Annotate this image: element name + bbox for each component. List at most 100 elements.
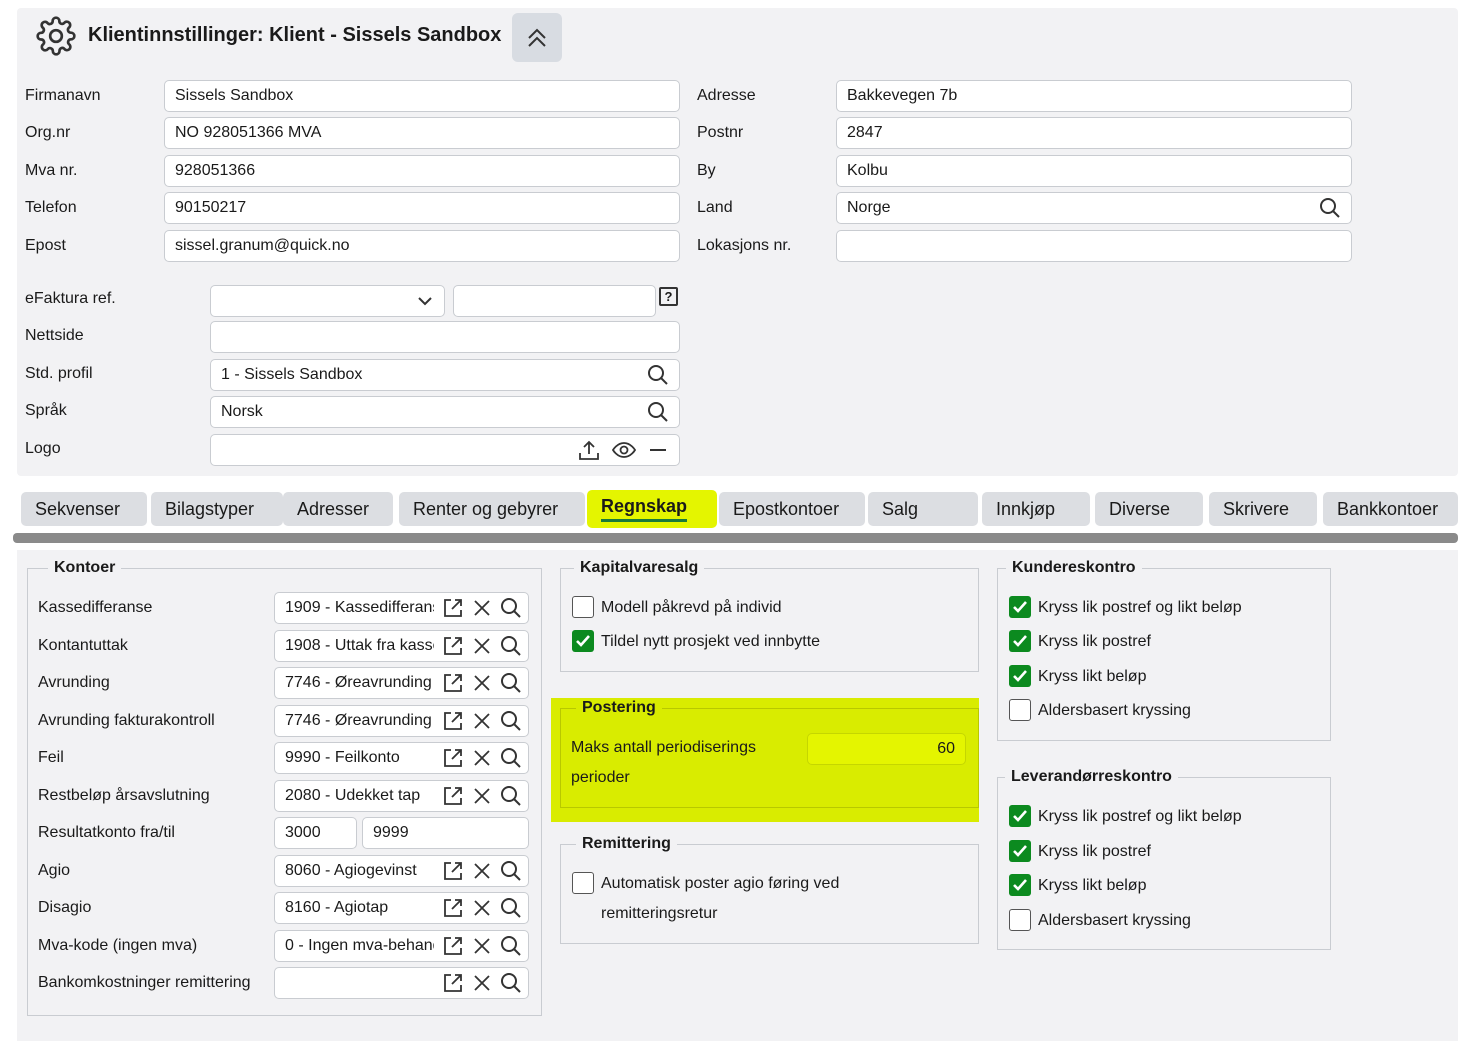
check-icon (1013, 635, 1027, 647)
clear-icon[interactable] (472, 786, 492, 806)
search-icon[interactable] (500, 860, 522, 882)
search-icon[interactable] (500, 672, 522, 694)
tab-item[interactable]: Diverse (1095, 492, 1203, 526)
remittering-checkbox[interactable] (572, 872, 594, 894)
tab-item[interactable]: Sekvenser (21, 492, 147, 526)
tab-item[interactable]: Innkjøp (982, 492, 1090, 526)
open-external-icon[interactable] (442, 860, 464, 882)
eye-icon[interactable] (611, 438, 637, 462)
kontoer-account-input[interactable]: 7746 - Øreavrunding (274, 705, 529, 737)
kontoer-account-input[interactable]: 1909 - Kassedifferanse (274, 592, 529, 624)
efaktura-select[interactable] (210, 285, 445, 317)
client-left-input[interactable]: 928051366 (164, 155, 680, 187)
tab-item[interactable]: Adresser (283, 492, 393, 526)
kunde-label: Kryss lik postref og likt beløp (1038, 599, 1242, 616)
remove-icon[interactable] (647, 439, 669, 461)
tab-item[interactable]: Epostkontoer (719, 492, 865, 526)
client-left-input[interactable]: NO 928051366 MVA (164, 117, 680, 149)
open-external-icon[interactable] (442, 897, 464, 919)
clear-icon[interactable] (472, 636, 492, 656)
open-external-icon[interactable] (442, 635, 464, 657)
kontoer-account-input[interactable]: 8060 - Agiogevinst (274, 855, 529, 887)
open-external-icon[interactable] (442, 672, 464, 694)
sprak-input[interactable]: Norsk (210, 396, 680, 428)
search-icon[interactable] (500, 935, 522, 957)
client-left-label: Org.nr (25, 124, 71, 141)
client-right-input[interactable] (836, 230, 1352, 262)
tab-item[interactable]: Bilagstyper (151, 492, 283, 526)
search-icon[interactable] (647, 401, 669, 423)
collapse-button[interactable] (512, 13, 562, 62)
kunde-checkbox[interactable] (1009, 665, 1031, 687)
logo-input[interactable] (210, 434, 680, 466)
clear-icon[interactable] (472, 898, 492, 918)
client-left-input[interactable]: Sissels Sandbox (164, 80, 680, 112)
search-icon[interactable] (500, 785, 522, 807)
postering-perioder-input[interactable]: 60 (807, 733, 966, 765)
kontoer-account-input[interactable]: 9990 - Feilkonto (274, 742, 529, 774)
upload-icon[interactable] (577, 438, 601, 462)
tab-item[interactable]: Renter og gebyrer (399, 492, 585, 526)
open-external-icon[interactable] (442, 935, 464, 957)
profil-input[interactable]: 1 - Sissels Sandbox (210, 359, 680, 391)
client-right-input[interactable]: 2847 (836, 117, 1352, 149)
kontoer-row-label: Restbeløp årsavslutning (38, 787, 210, 804)
lev-checkbox[interactable] (1009, 909, 1031, 931)
client-right-input[interactable]: Norge (836, 192, 1352, 224)
open-external-icon[interactable] (442, 710, 464, 732)
search-icon[interactable] (500, 747, 522, 769)
clear-icon[interactable] (472, 936, 492, 956)
kunde-checkbox[interactable] (1009, 699, 1031, 721)
search-icon[interactable] (500, 972, 522, 994)
chevron-down-icon (418, 297, 432, 306)
kontoer-account-input[interactable]: 0 - Ingen mva-behandling (274, 930, 529, 962)
search-icon[interactable] (500, 597, 522, 619)
clear-icon[interactable] (472, 598, 492, 618)
kunde-checkbox[interactable] (1009, 630, 1031, 652)
client-right-input[interactable]: Bakkevegen 7b (836, 80, 1352, 112)
kontoer-account-input[interactable]: 1908 - Uttak fra kasse (274, 630, 529, 662)
search-icon[interactable] (500, 710, 522, 732)
search-icon[interactable] (500, 897, 522, 919)
kontoer-account-input[interactable]: 8160 - Agiotap (274, 892, 529, 924)
client-right-input[interactable]: Kolbu (836, 155, 1352, 187)
kontoer-account-input[interactable]: 2080 - Udekket tap (274, 780, 529, 812)
kunde-checkbox[interactable] (1009, 596, 1031, 618)
kontoer-account-input[interactable] (274, 967, 529, 999)
tab-item[interactable]: Bankkontoer (1323, 492, 1458, 526)
tab-item[interactable]: Regnskap (587, 490, 717, 528)
help-icon[interactable]: ? (659, 287, 678, 306)
open-external-icon[interactable] (442, 747, 464, 769)
kunde-label: Kryss lik postref (1038, 633, 1151, 650)
kapital-checkbox[interactable] (572, 596, 594, 618)
lev-checkbox[interactable] (1009, 874, 1031, 896)
open-external-icon[interactable] (442, 785, 464, 807)
nettside-input[interactable] (210, 321, 680, 353)
clear-icon[interactable] (472, 748, 492, 768)
search-icon[interactable] (500, 635, 522, 657)
sprak-label: Språk (25, 402, 67, 419)
kontoer-account-input[interactable]: 7746 - Øreavrunding (274, 667, 529, 699)
clear-icon[interactable] (472, 711, 492, 731)
open-external-icon[interactable] (442, 597, 464, 619)
efaktura-ref-input[interactable] (453, 285, 656, 317)
kapital-checkbox[interactable] (572, 630, 594, 652)
tab-item[interactable]: Skrivere (1209, 492, 1317, 526)
resultat-til-input[interactable]: 9999 (362, 817, 529, 849)
search-icon[interactable] (1319, 197, 1341, 219)
search-icon[interactable] (647, 364, 669, 386)
lev-checkbox[interactable] (1009, 840, 1031, 862)
clear-icon[interactable] (472, 973, 492, 993)
client-left-input[interactable]: sissel.granum@quick.no (164, 230, 680, 262)
resultat-fra-input[interactable]: 3000 (274, 817, 357, 849)
kontoer-row-label: Disagio (38, 899, 92, 916)
kapital-label: Modell påkrevd på individ (601, 599, 782, 616)
lev-checkbox[interactable] (1009, 805, 1031, 827)
tab-divider (13, 533, 1458, 543)
clear-icon[interactable] (472, 861, 492, 881)
open-external-icon[interactable] (442, 972, 464, 994)
kontoer-row-label: Feil (38, 749, 64, 766)
tab-item[interactable]: Salg (868, 492, 978, 526)
client-left-input[interactable]: 90150217 (164, 192, 680, 224)
clear-icon[interactable] (472, 673, 492, 693)
